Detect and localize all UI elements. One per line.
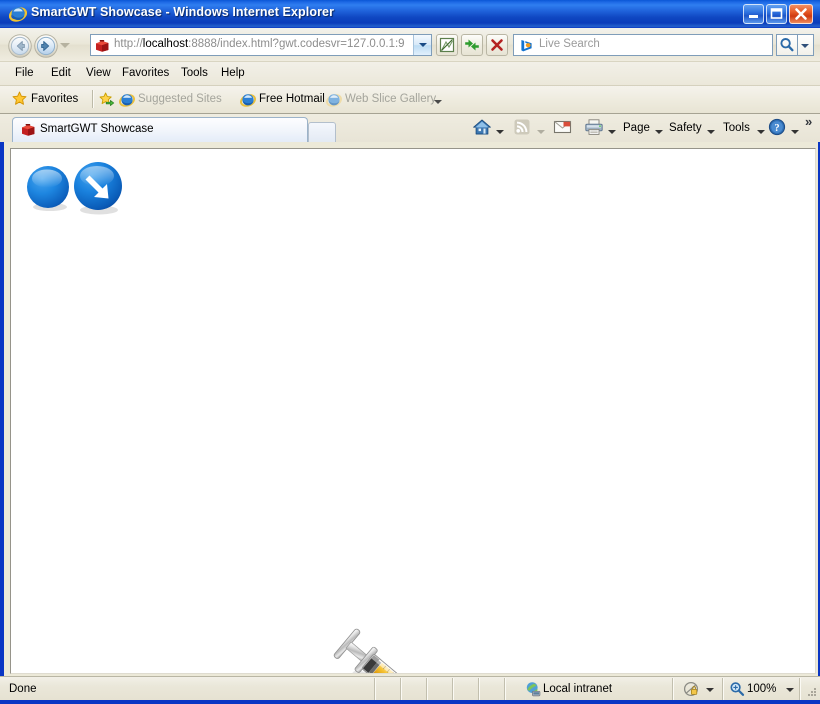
tab-label: SmartGWT Showcase [40,123,154,135]
status-separator [426,678,428,700]
chevron-down-icon [419,43,427,47]
status-separator [799,678,801,700]
status-separator [672,678,674,700]
menu-edit[interactable]: Edit [46,66,76,80]
maximize-button[interactable] [766,4,787,24]
menu-favorites[interactable]: Favorites [117,66,174,80]
command-bar-overflow-button[interactable]: » [805,114,812,129]
syringe-image[interactable] [327,622,439,674]
page-dropdown-arrow[interactable] [655,130,663,134]
minimize-button[interactable] [743,4,764,24]
status-separator [722,678,724,700]
globe-network-icon [526,682,541,697]
tab-smartgwt-showcase[interactable]: SmartGWT Showcase [12,117,308,142]
window-title: SmartGWT Showcase - Windows Internet Exp… [31,5,335,19]
status-separator [374,678,376,700]
svg-text:?: ? [774,123,779,134]
forward-button[interactable] [34,34,58,58]
menu-view[interactable]: View [81,66,116,80]
zoom-magnifier-icon[interactable] [729,681,745,697]
add-to-favorites-bar-button[interactable] [99,92,115,110]
status-separator [504,678,506,700]
menu-tools[interactable]: Tools [176,66,213,80]
tools-dropdown-arrow[interactable] [757,130,765,134]
home-dropdown-arrow[interactable] [496,130,504,134]
zoom-level-label: 100% [747,683,777,695]
internet-explorer-icon [9,7,27,22]
read-mail-button[interactable] [553,118,572,138]
tools-menu-label: Tools [723,122,750,134]
stop-button[interactable] [486,34,508,56]
navigation-bar: http://localhost:8888/index.html?gwt.cod… [0,28,820,62]
favorites-item-label: Free Hotmail [259,93,325,105]
help-icon: ? [768,118,786,136]
status-bar: Done Local intranet 100% [0,676,820,700]
safety-dropdown-arrow[interactable] [707,130,715,134]
favorites-item-web-slice-gallery[interactable]: Web Slice Gallery [326,92,442,111]
search-input[interactable]: Live Search [513,34,773,56]
security-zone-label: Local intranet [543,683,613,695]
status-separator [478,678,480,700]
ie-icon [326,94,342,107]
feeds-button[interactable] [513,118,531,139]
help-dropdown-arrow[interactable] [791,130,799,134]
zoom-dropdown-arrow[interactable] [786,688,794,692]
privacy-dropdown-arrow[interactable] [706,688,714,692]
print-button[interactable] [584,118,604,139]
page-menu-label: Page [623,122,650,134]
feeds-icon [514,119,530,135]
status-separator [452,678,454,700]
privacy-lock-icon[interactable] [683,681,700,697]
red-toolbox-icon [22,124,35,136]
favorites-item-free-hotmail[interactable]: Free Hotmail [240,92,325,111]
resize-grip[interactable] [804,685,818,699]
star-add-icon [99,92,115,106]
favorites-separator [92,90,94,108]
safety-menu-label: Safety [669,122,702,134]
browser-window: SmartGWT Showcase - Windows Internet Exp… [0,0,820,704]
content-frame [6,142,818,676]
search-placeholder: Live Search [539,38,600,50]
search-go-button[interactable] [776,34,798,56]
new-tab-button[interactable] [308,122,336,142]
close-button[interactable] [789,4,813,24]
print-dropdown-arrow[interactable] [608,130,616,134]
back-button[interactable] [8,34,32,58]
red-toolbox-icon [96,40,109,52]
blue-circle-button[interactable] [25,165,73,213]
compatibility-view-button[interactable] [436,34,458,56]
ie-icon [119,94,135,107]
menu-bar: File Edit View Favorites Tools Help [0,62,820,86]
favorites-button-label[interactable]: Favorites [31,93,78,105]
address-dropdown[interactable] [413,35,431,55]
favorites-bar: Favorites Suggested Sites Free Hotmail W… [0,86,820,114]
recent-pages-dropdown[interactable] [60,43,70,48]
blue-arrow-button[interactable] [72,161,126,217]
mail-icon [553,120,572,134]
favorites-item-label: Web Slice Gallery [345,93,437,105]
status-separator [400,678,402,700]
home-button[interactable] [472,118,492,139]
live-search-icon [521,40,532,52]
menu-file[interactable]: File [10,66,39,80]
chevron-down-icon [434,100,442,104]
title-bar: SmartGWT Showcase - Windows Internet Exp… [0,0,820,28]
ie-icon [240,94,256,107]
page-content [10,148,816,674]
favorites-star-icon [12,91,27,105]
address-url: http://localhost:8888/index.html?gwt.cod… [114,38,404,50]
feeds-dropdown-arrow[interactable] [537,130,545,134]
search-provider-dropdown[interactable] [798,34,814,56]
home-icon [473,119,491,135]
favorites-item-suggested-sites[interactable]: Suggested Sites [119,92,251,111]
favorites-item-label: Suggested Sites [138,93,222,105]
status-message: Done [9,683,37,695]
refresh-button[interactable] [461,34,483,56]
help-button[interactable]: ? [768,118,786,139]
address-bar[interactable]: http://localhost:8888/index.html?gwt.cod… [90,34,432,56]
chevron-down-icon [801,44,809,48]
print-icon [585,119,603,135]
menu-help[interactable]: Help [216,66,250,80]
